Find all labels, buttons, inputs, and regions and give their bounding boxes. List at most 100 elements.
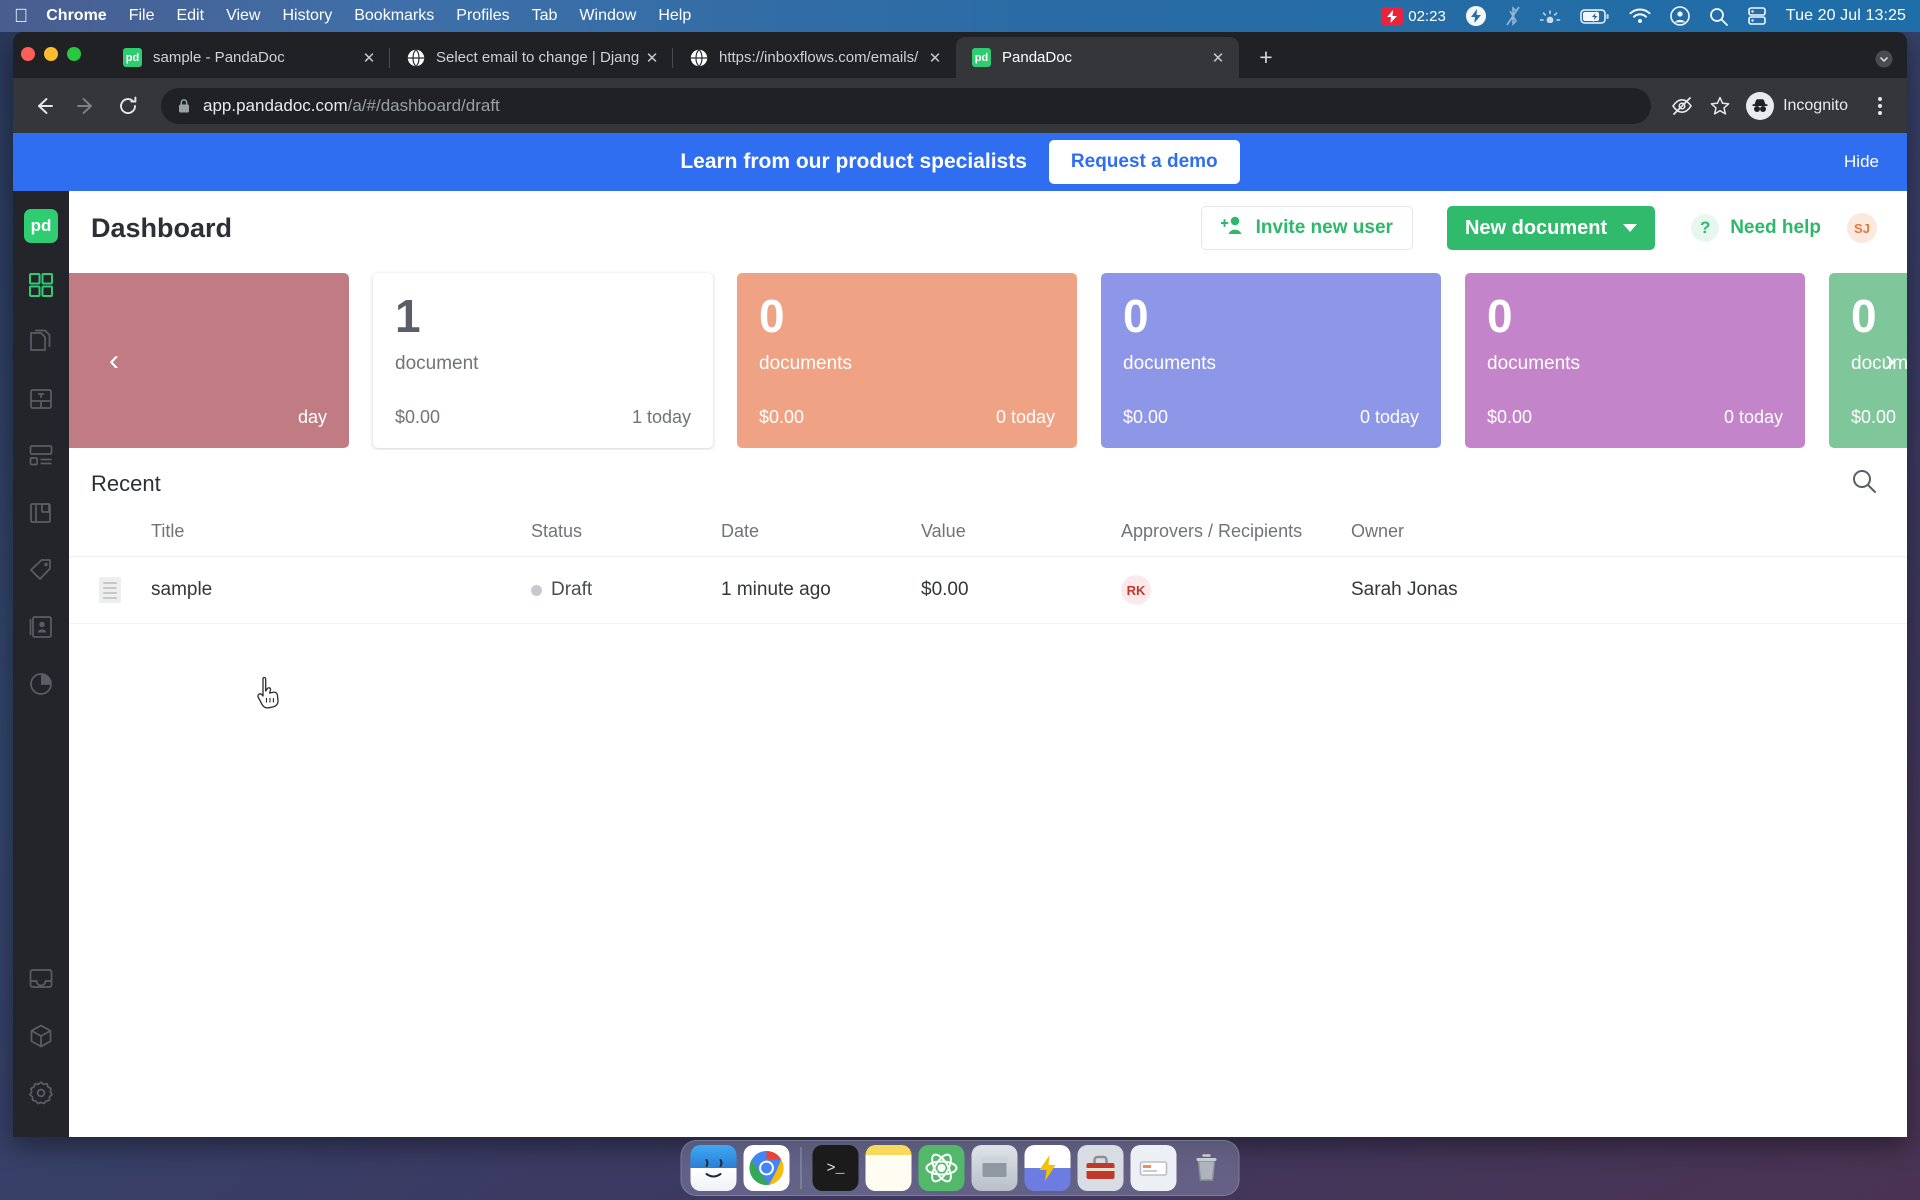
dock-app-trash[interactable] <box>1184 1145 1230 1191</box>
recent-header: Recent <box>69 450 1907 513</box>
tab-django-email[interactable]: Select email to change | Djang ✕ <box>390 37 673 78</box>
screen-recording-indicator[interactable]: 02:23 <box>1381 6 1446 26</box>
avatar[interactable]: SJ <box>1847 213 1877 243</box>
th-approvers[interactable]: Approvers / Recipients <box>1121 513 1351 557</box>
wifi-icon[interactable] <box>1629 8 1651 24</box>
table-row[interactable]: sample Draft 1 minute ago $0.00 RK Sarah… <box>69 556 1907 624</box>
status-dot-icon <box>531 584 542 596</box>
profile-label: Incognito <box>1783 96 1848 114</box>
search-icon[interactable] <box>1851 468 1877 499</box>
control-center-icon[interactable] <box>1669 6 1690 26</box>
stat-card[interactable]: 1 document $0.00 1 today <box>373 273 713 448</box>
tab-title: PandaDoc <box>1002 49 1073 66</box>
window-traffic-lights[interactable] <box>21 47 81 61</box>
th-owner[interactable]: Owner <box>1351 513 1907 557</box>
row-value: $0.00 <box>921 556 1121 624</box>
minimize-window-button[interactable] <box>44 47 58 61</box>
pandadoc-icon: pd <box>123 48 142 67</box>
tab-pandadoc-active[interactable]: pd PandaDoc ✕ <box>956 37 1239 78</box>
need-help-button[interactable]: ? Need help <box>1691 214 1821 242</box>
tab-close-icon[interactable]: ✕ <box>924 47 946 69</box>
sidebar-item-content-library[interactable] <box>21 436 61 476</box>
incognito-profile-button[interactable]: Incognito <box>1741 89 1861 123</box>
stat-card-number: 1 <box>395 290 421 342</box>
dock-app-atom[interactable] <box>918 1145 965 1191</box>
invite-new-user-button[interactable]: Invite new user <box>1200 206 1413 250</box>
thunderbolt-icon[interactable] <box>1465 5 1487 27</box>
th-title[interactable]: Title <box>151 513 531 557</box>
menu-item-view[interactable]: View <box>226 7 260 25</box>
menu-item-profiles[interactable]: Profiles <box>456 7 509 25</box>
dock-app-terminal[interactable]: >_ <box>812 1145 859 1191</box>
request-demo-button[interactable]: Request a demo <box>1048 140 1240 184</box>
display-icon[interactable] <box>1747 7 1767 25</box>
tab-close-icon[interactable]: ✕ <box>641 47 663 69</box>
menu-item-bookmarks[interactable]: Bookmarks <box>354 7 434 25</box>
reload-icon[interactable] <box>109 87 147 125</box>
pandadoc-logo[interactable]: pd <box>24 209 58 243</box>
recent-title: Recent <box>91 470 161 496</box>
menu-item-help[interactable]: Help <box>658 7 691 25</box>
bookmark-star-icon[interactable] <box>1703 89 1737 123</box>
menu-item-edit[interactable]: Edit <box>176 7 204 25</box>
dock-app-notes[interactable] <box>865 1145 912 1191</box>
row-approvers-cell: RK <box>1121 556 1351 624</box>
stat-card[interactable]: 0 documents $0.00 0 today <box>1465 273 1805 448</box>
sidebar-item-pricing[interactable] <box>21 550 61 590</box>
sidebar-item-dashboard[interactable] <box>21 265 61 305</box>
sidebar-item-settings[interactable] <box>21 1073 61 1113</box>
th-value[interactable]: Value <box>921 513 1121 557</box>
maximize-window-button[interactable] <box>67 47 81 61</box>
dock-app-archive[interactable] <box>971 1145 1018 1191</box>
th-date[interactable]: Date <box>721 513 921 557</box>
tab-close-icon[interactable]: ✕ <box>358 47 380 69</box>
menu-item-chrome[interactable]: Chrome <box>46 7 106 25</box>
sidebar-item-contacts[interactable] <box>21 607 61 647</box>
carousel-next-button[interactable]: › <box>1873 273 1907 448</box>
sidebar-item-reports[interactable] <box>21 664 61 704</box>
apple-icon[interactable]:  <box>14 7 28 26</box>
menu-item-window[interactable]: Window <box>579 7 636 25</box>
row-title[interactable]: sample <box>151 556 531 624</box>
th-status[interactable]: Status <box>531 513 721 557</box>
battery-charging-icon[interactable] <box>1580 8 1610 24</box>
stat-card-value: $0.00 <box>1123 407 1169 427</box>
stat-card[interactable]: 0 documents $0.00 0 today <box>737 273 1077 448</box>
tab-inboxflows[interactable]: https://inboxflows.com/emails/ ✕ <box>673 37 956 78</box>
carousel-prev-button[interactable]: ‹ <box>97 273 131 448</box>
new-tab-button[interactable]: + <box>1248 39 1284 75</box>
dock-app-finder[interactable] <box>690 1145 737 1191</box>
sidebar-item-catalog[interactable] <box>21 493 61 533</box>
dock-app-card[interactable] <box>1130 1145 1177 1191</box>
eye-slash-icon[interactable] <box>1665 89 1699 123</box>
dock-app-toolbox[interactable] <box>1077 1145 1124 1191</box>
search-icon[interactable] <box>1709 7 1728 26</box>
forward-icon[interactable] <box>67 87 105 125</box>
sidebar-item-documents[interactable] <box>21 322 61 362</box>
menu-item-history[interactable]: History <box>282 7 332 25</box>
sidebar-item-templates[interactable] <box>21 379 61 419</box>
promo-hide-link[interactable]: Hide <box>1844 152 1879 172</box>
dock-app-chrome[interactable] <box>743 1145 790 1191</box>
tab-sample-pandadoc[interactable]: pd sample - PandaDoc ✕ <box>107 37 390 78</box>
menubar-clock[interactable]: Tue 20 Jul 13:25 <box>1786 7 1906 25</box>
close-window-button[interactable] <box>21 47 35 61</box>
menu-item-file[interactable]: File <box>129 7 155 25</box>
kebab-menu-icon[interactable] <box>1865 89 1895 123</box>
chevron-down-icon[interactable] <box>1623 224 1638 232</box>
sidebar-item-integrations[interactable] <box>21 1016 61 1056</box>
avatar[interactable]: RK <box>1121 575 1151 605</box>
menu-item-tab[interactable]: Tab <box>532 7 558 25</box>
address-bar[interactable]: app.pandadoc.com/a/#/dashboard/draft <box>161 87 1652 124</box>
brightness-icon[interactable] <box>1539 9 1561 23</box>
back-icon[interactable] <box>25 87 63 125</box>
new-document-button[interactable]: New document <box>1446 206 1656 250</box>
stat-card[interactable]: 0 documents $0.00 0 today <box>1101 273 1441 448</box>
tab-list-chevron-icon[interactable] <box>1875 50 1893 71</box>
dock-app-bolt[interactable] <box>1024 1145 1071 1191</box>
tab-close-icon[interactable]: ✕ <box>1207 47 1229 69</box>
sidebar-item-inbox[interactable] <box>21 959 61 999</box>
stat-cards-carousel: day 1 document $0.00 1 today 0 documents… <box>69 265 1907 450</box>
table-header-row: Title Status Date Value Approvers / Reci… <box>69 513 1907 557</box>
bluetooth-off-icon[interactable] <box>1506 6 1520 26</box>
